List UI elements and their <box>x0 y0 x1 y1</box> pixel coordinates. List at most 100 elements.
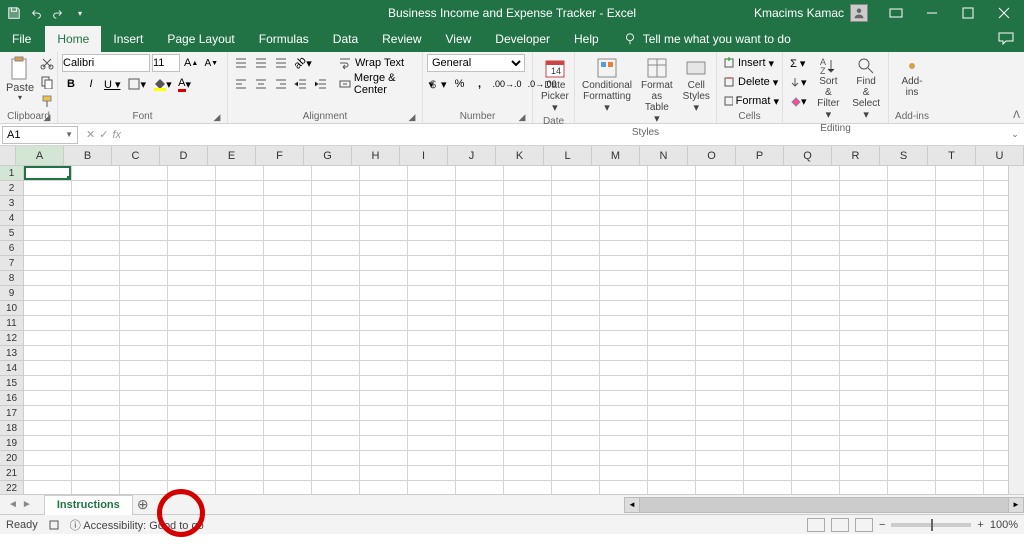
row-header-13[interactable]: 13 <box>0 346 23 361</box>
increase-font-button[interactable]: A▲ <box>182 54 200 72</box>
decrease-indent-button[interactable] <box>292 75 310 93</box>
name-box[interactable]: A1▼ <box>2 126 78 144</box>
cell-styles-button[interactable]: Cell Styles▾ <box>679 54 714 116</box>
clipboard-dialog-icon[interactable]: ◢ <box>42 112 52 122</box>
row-header-17[interactable]: 17 <box>0 406 23 421</box>
tab-page-layout[interactable]: Page Layout <box>155 26 246 52</box>
increase-decimal-button[interactable]: .00→.0 <box>491 75 524 93</box>
macro-record-icon[interactable] <box>48 519 60 531</box>
format-as-table-button[interactable]: Format as Table▾ <box>637 54 677 127</box>
delete-cells-button[interactable]: Delete ▾ <box>721 73 781 91</box>
tab-help[interactable]: Help <box>562 26 611 52</box>
col-header-O[interactable]: O <box>688 146 736 165</box>
tab-review[interactable]: Review <box>370 26 433 52</box>
row-header-6[interactable]: 6 <box>0 241 23 256</box>
insert-cells-button[interactable]: Insert ▾ <box>721 54 781 72</box>
ribbon-display-icon[interactable] <box>880 1 912 25</box>
sheet-tab-instructions[interactable]: Instructions <box>44 495 133 515</box>
row-header-1[interactable]: 1 <box>0 166 23 181</box>
col-header-L[interactable]: L <box>544 146 592 165</box>
row-header-14[interactable]: 14 <box>0 361 23 376</box>
format-painter-button[interactable] <box>38 92 56 110</box>
new-sheet-button[interactable]: ⊕ <box>133 495 153 515</box>
tab-developer[interactable]: Developer <box>483 26 562 52</box>
sheet-nav-prev-icon[interactable]: ◄ <box>8 499 18 510</box>
accessibility-status[interactable]: ⓘ Accessibility: Good to go <box>70 517 204 533</box>
zoom-out-button[interactable]: − <box>879 519 885 531</box>
user-account[interactable]: Kmacims Kamac <box>746 4 876 22</box>
autosum-button[interactable]: Σ ▾ <box>787 54 809 72</box>
col-header-T[interactable]: T <box>928 146 976 165</box>
font-dialog-icon[interactable]: ◢ <box>212 112 222 122</box>
col-header-M[interactable]: M <box>592 146 640 165</box>
bold-button[interactable]: B <box>62 75 80 93</box>
comma-button[interactable]: , <box>471 75 489 93</box>
row-header-10[interactable]: 10 <box>0 301 23 316</box>
cells-area[interactable] <box>24 166 1008 494</box>
enter-formula-icon[interactable]: ✓ <box>99 128 108 141</box>
col-header-P[interactable]: P <box>736 146 784 165</box>
align-top-button[interactable] <box>232 54 250 72</box>
alignment-dialog-icon[interactable]: ◢ <box>407 112 417 122</box>
accounting-format-button[interactable]: $▾ <box>427 75 449 93</box>
percent-button[interactable]: % <box>451 75 469 93</box>
align-middle-button[interactable] <box>252 54 270 72</box>
fill-color-button[interactable]: ▾ <box>150 75 174 93</box>
tab-formulas[interactable]: Formulas <box>247 26 321 52</box>
paste-button[interactable]: Paste ▾ <box>4 54 36 105</box>
row-header-22[interactable]: 22 <box>0 481 23 494</box>
col-header-N[interactable]: N <box>640 146 688 165</box>
conditional-formatting-button[interactable]: Conditional Formatting▾ <box>579 54 635 116</box>
row-header-20[interactable]: 20 <box>0 451 23 466</box>
vertical-scrollbar[interactable] <box>1008 166 1024 494</box>
hscroll-right-icon[interactable]: ► <box>1008 497 1024 513</box>
expand-formula-bar-icon[interactable]: ⌄ <box>1010 129 1024 140</box>
col-header-Q[interactable]: Q <box>784 146 832 165</box>
row-header-16[interactable]: 16 <box>0 391 23 406</box>
col-header-C[interactable]: C <box>112 146 160 165</box>
row-header-19[interactable]: 19 <box>0 436 23 451</box>
tab-home[interactable]: Home <box>45 26 101 52</box>
col-header-G[interactable]: G <box>304 146 352 165</box>
italic-button[interactable]: I <box>82 75 100 93</box>
col-header-D[interactable]: D <box>160 146 208 165</box>
col-header-S[interactable]: S <box>880 146 928 165</box>
col-header-F[interactable]: F <box>256 146 304 165</box>
cancel-formula-icon[interactable]: ✕ <box>86 128 95 141</box>
row-header-5[interactable]: 5 <box>0 226 23 241</box>
select-all-corner[interactable] <box>0 146 16 165</box>
row-header-9[interactable]: 9 <box>0 286 23 301</box>
maximize-icon[interactable] <box>952 1 984 25</box>
col-header-J[interactable]: J <box>448 146 496 165</box>
collapse-ribbon-icon[interactable]: ᐱ <box>1013 110 1020 121</box>
comments-icon[interactable] <box>988 26 1024 52</box>
wrap-text-button[interactable]: Wrap Text <box>336 54 422 72</box>
col-header-B[interactable]: B <box>64 146 112 165</box>
active-cell[interactable] <box>24 166 71 180</box>
number-format-select[interactable]: General <box>427 54 525 72</box>
align-right-button[interactable] <box>272 75 290 93</box>
row-header-4[interactable]: 4 <box>0 211 23 226</box>
row-header-8[interactable]: 8 <box>0 271 23 286</box>
minimize-icon[interactable] <box>916 1 948 25</box>
col-header-U[interactable]: U <box>976 146 1024 165</box>
row-header-2[interactable]: 2 <box>0 181 23 196</box>
hscroll-left-icon[interactable]: ◄ <box>624 497 640 513</box>
underline-button[interactable]: U ▾ <box>102 75 123 93</box>
name-box-dropdown-icon[interactable]: ▼ <box>65 130 73 139</box>
page-layout-view-button[interactable] <box>831 518 849 532</box>
clear-button[interactable]: ▾ <box>787 92 809 110</box>
zoom-in-button[interactable]: + <box>977 519 983 531</box>
format-cells-button[interactable]: Format ▾ <box>721 92 781 110</box>
col-header-H[interactable]: H <box>352 146 400 165</box>
col-header-I[interactable]: I <box>400 146 448 165</box>
row-header-15[interactable]: 15 <box>0 376 23 391</box>
font-name-input[interactable] <box>62 54 150 72</box>
row-header-18[interactable]: 18 <box>0 421 23 436</box>
fill-button[interactable]: ▾ <box>787 73 809 91</box>
save-icon[interactable] <box>6 5 22 21</box>
sort-filter-button[interactable]: AZ Sort & Filter▾ <box>811 54 847 123</box>
row-header-12[interactable]: 12 <box>0 331 23 346</box>
page-break-view-button[interactable] <box>855 518 873 532</box>
col-header-A[interactable]: A <box>16 146 64 165</box>
